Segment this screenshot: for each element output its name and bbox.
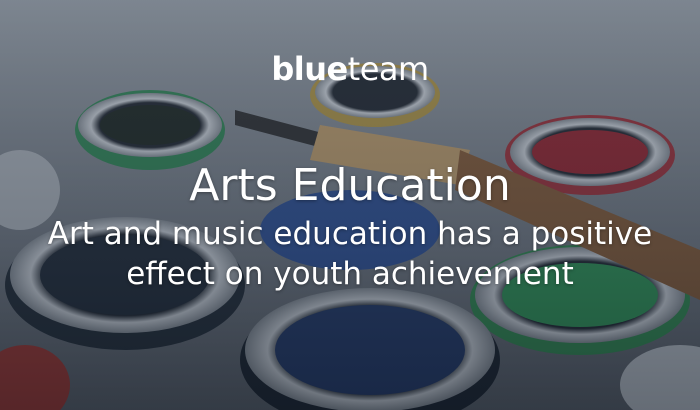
hero-title: Arts Education: [189, 160, 511, 211]
blueteam-logo: blueteam: [0, 50, 700, 88]
hero-banner: blueteam Arts Education Art and music ed…: [0, 0, 700, 410]
hero-subtitle: Art and music education has a positive e…: [47, 216, 653, 292]
logo-bold-text: blue: [271, 50, 348, 88]
logo-light-text: team: [347, 50, 430, 88]
